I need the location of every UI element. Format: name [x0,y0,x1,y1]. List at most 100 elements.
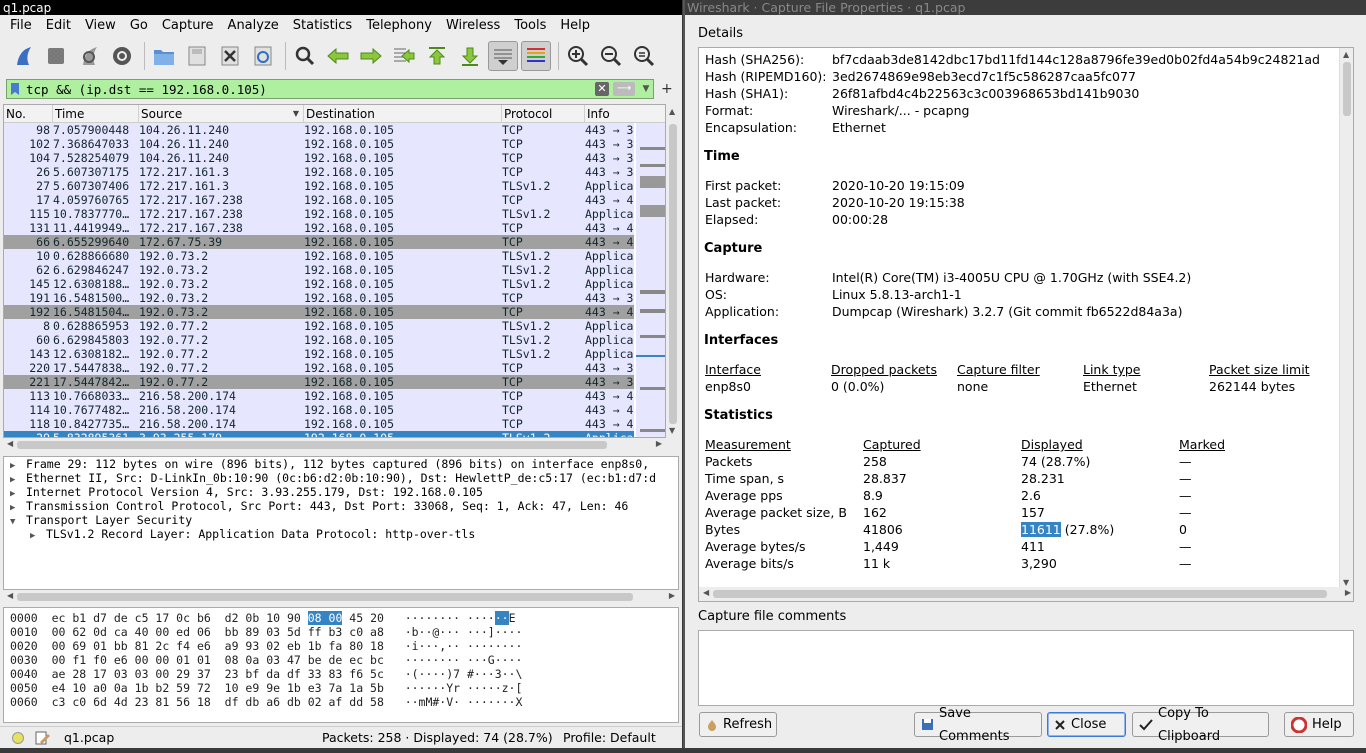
refresh-button[interactable]: Refresh [699,712,777,737]
go-back-icon[interactable] [323,41,353,71]
packet-row[interactable]: 98 7.057900448 104.26.11.240 192.168.0.105 T… [4,123,634,137]
packet-row[interactable]: 192 16.5481504… 192.0.73.2 192.168.0.105 TCP… [4,305,634,319]
details-vscrollbar[interactable]: ▲ ▼ [1339,48,1353,589]
scrollbar-thumb[interactable] [669,124,677,424]
hex-row[interactable]: 0030 00 f1 f0 e6 00 00 01 01 08 0a 03 47… [4,653,678,667]
help-button[interactable]: Help [1284,712,1354,737]
packet-row[interactable]: 191 16.5481500… 192.0.73.2 192.168.0.105 TCP… [4,291,634,305]
close-file-icon[interactable] [215,41,245,71]
zoom-out-icon[interactable] [596,41,626,71]
menu-help[interactable]: Help [553,16,597,36]
selected-text[interactable]: 11611 [1021,522,1061,537]
scrollbar-thumb[interactable] [17,593,633,601]
apply-filter-icon[interactable]: ⟶ [613,82,635,96]
scrollbar-thumb[interactable] [1343,62,1351,116]
capture-options-icon[interactable] [107,41,137,71]
chevron-down-icon[interactable]: ▼ [639,84,653,94]
collapsed-arrow-icon[interactable]: ▶ [30,529,46,543]
packet-row[interactable]: 10 0.628866680 192.0.73.2 192.168.0.105 TLSv… [4,249,634,263]
detail-tree-item[interactable]: ▶ Internet Protocol Version 4, Src: 3.93.… [4,485,678,499]
go-forward-icon[interactable] [356,41,386,71]
filter-text[interactable]: tcp && (ip.dst == 192.168.0.105) [23,82,595,97]
packet-row[interactable]: 62 6.629846247 192.0.73.2 192.168.0.105 TLSv… [4,263,634,277]
menu-edit[interactable]: Edit [39,16,78,36]
zoom-in-icon[interactable] [563,41,593,71]
scroll-left-icon[interactable]: ◀ [7,591,13,600]
column-source[interactable]: Source ▼ [139,105,304,123]
save-comments-button[interactable]: Save Comments [914,706,1042,744]
packet-details-hscrollbar[interactable]: ◀ ▶ [3,590,679,604]
first-packet-icon[interactable] [422,41,452,71]
packet-row[interactable]: 102 7.368647033 104.26.11.240 192.168.0.105… [4,137,634,151]
menu-telephony[interactable]: Telephony [359,16,439,36]
hex-row[interactable]: 0050 e4 10 a0 0a 1b b2 59 72 10 e9 9e 1b… [4,681,678,695]
scroll-right-icon[interactable]: ▶ [1345,588,1351,597]
go-to-packet-icon[interactable] [389,41,419,71]
packet-row[interactable]: 221 17.5447842… 192.0.77.2 192.168.0.105 TCP… [4,375,634,389]
menu-analyze[interactable]: Analyze [221,16,286,36]
column-time[interactable]: Time [53,105,139,123]
packet-row[interactable]: 26 5.607307175 172.217.161.3 192.168.0.105 T… [4,165,634,179]
status-profile[interactable]: Profile: Default [563,727,656,749]
hex-row[interactable]: 0020 00 69 01 bb 81 2c f4 e6 a9 93 02 eb… [4,639,678,653]
last-packet-icon[interactable] [455,41,485,71]
packet-row[interactable]: 115 10.7837770… 172.217.167.238 192.168.0.1… [4,207,634,221]
scroll-down-icon[interactable]: ▼ [1343,578,1349,587]
packet-list-vscrollbar[interactable]: ▲ ▼ [666,104,680,438]
menu-file[interactable]: File [3,16,39,36]
details-hscrollbar[interactable]: ◀ ▶ [699,587,1353,601]
save-file-icon[interactable] [182,41,212,71]
detail-tree-item[interactable]: ▶ Frame 29: 112 bytes on wire (896 bits),… [4,457,678,471]
column-destination[interactable]: Destination [304,105,502,123]
normal-size-icon[interactable] [629,41,659,71]
hex-row[interactable]: 0040 ae 28 17 03 03 00 29 37 23 bf da df… [4,667,678,681]
packet-row[interactable]: 113 10.7668033… 216.58.200.174 192.168.0.10… [4,389,634,403]
expanded-arrow-icon[interactable]: ▼ [10,515,26,529]
packet-row[interactable]: 66 6.655299640 172.67.75.39 192.168.0.105 TC… [4,235,634,249]
column-info[interactable]: Info [585,105,665,123]
hex-row[interactable]: 0010 00 62 0d ca 40 00 ed 06 bb 89 03 5d… [4,625,678,639]
autoscroll-icon[interactable] [488,41,518,71]
packet-row[interactable]: 104 7.528254079 104.26.11.240 192.168.0.105… [4,151,634,165]
column-no[interactable]: No. [4,105,53,123]
packet-row[interactable]: 60 6.629845803 192.0.77.2 192.168.0.105 TLSv… [4,333,634,347]
menu-go[interactable]: Go [123,16,155,36]
capture-comments-textarea[interactable] [698,630,1354,706]
scroll-right-icon[interactable]: ▶ [656,439,662,448]
stop-capture-icon[interactable] [41,41,71,71]
display-filter-input[interactable]: tcp && (ip.dst == 192.168.0.105) ✕ ⟶ ▼ [6,79,654,99]
packet-row[interactable]: 29 5.832895361 3.93.255.179 192.168.0.105 TL… [4,431,634,437]
scroll-up-icon[interactable]: ▲ [669,107,675,116]
packet-row[interactable]: 118 10.8427735… 216.58.200.174 192.168.0.10… [4,417,634,431]
scroll-left-icon[interactable]: ◀ [7,439,13,448]
scroll-left-icon[interactable]: ◀ [703,588,709,597]
menu-wireless[interactable]: Wireless [439,16,507,36]
close-button[interactable]: Close [1047,712,1126,737]
hex-row[interactable]: 0060 c3 c0 6d 4d 23 81 56 18 df db a6 db… [4,695,678,709]
packet-row[interactable]: 131 11.4419949… 172.217.167.238 192.168.0.1… [4,221,634,235]
find-packet-icon[interactable] [290,41,320,71]
packet-minimap[interactable] [636,123,665,437]
packet-row[interactable]: 220 17.5447838… 192.0.77.2 192.168.0.105 TCP… [4,361,634,375]
start-capture-icon[interactable] [8,41,38,71]
copy-to-clipboard-button[interactable]: Copy To Clipboard [1132,706,1269,744]
menu-statistics[interactable]: Statistics [286,16,359,36]
scroll-up-icon[interactable]: ▲ [1343,50,1349,59]
detail-tree-item[interactable]: ▶ Ethernet II, Src: D-LinkIn_0b:10:90 (0c… [4,471,678,485]
packet-row[interactable]: 8 0.628865953 192.0.77.2 192.168.0.105 TLSv1… [4,319,634,333]
packet-row[interactable]: 143 12.6308182… 192.0.77.2 192.168.0.105 TLS… [4,347,634,361]
colorize-icon[interactable] [521,41,551,71]
packet-row[interactable]: 27 5.607307406 172.217.161.3 192.168.0.105 T… [4,179,634,193]
detail-tree-item[interactable]: ▼ Transport Layer Security [4,513,678,527]
scroll-right-icon[interactable]: ▶ [669,591,675,600]
menu-tools[interactable]: Tools [507,16,553,36]
packet-row[interactable]: 114 10.7677482… 216.58.200.174 192.168.0.10… [4,403,634,417]
detail-tree-item[interactable]: ▶ TLSv1.2 Record Layer: Application Data … [4,527,678,541]
bookmark-icon[interactable] [7,80,23,98]
packet-row[interactable]: 17 4.059760765 172.217.167.238 192.168.0.10… [4,193,634,207]
expert-info-icon[interactable] [12,732,24,744]
scrollbar-thumb[interactable] [17,441,607,449]
menu-view[interactable]: View [78,16,123,36]
add-filter-button[interactable]: + [661,81,673,97]
open-file-icon[interactable] [149,41,179,71]
